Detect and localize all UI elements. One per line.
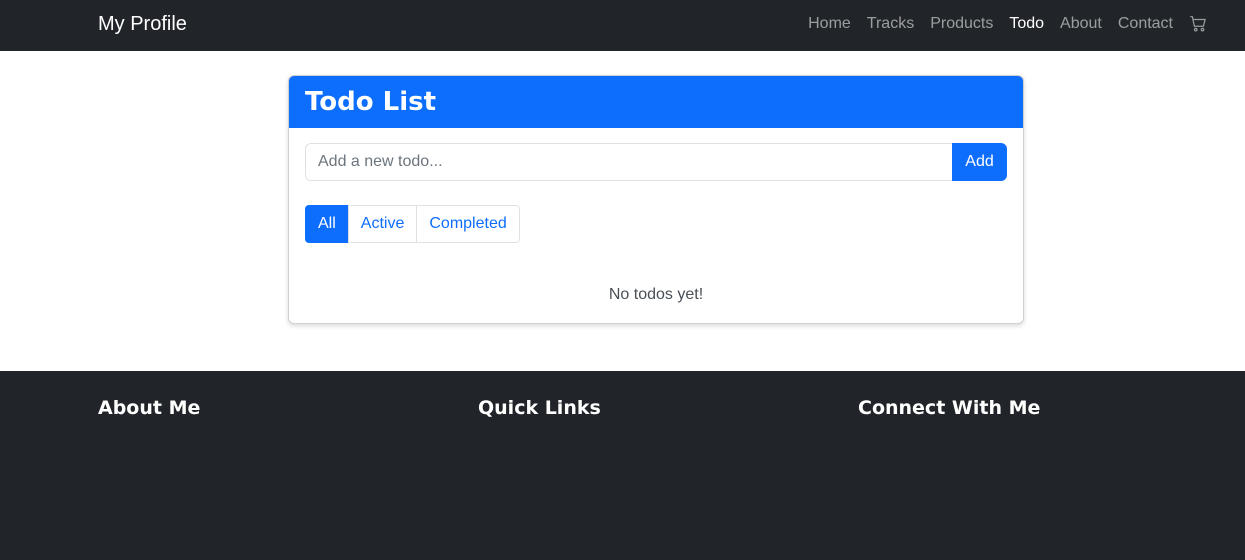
cart-icon[interactable] bbox=[1189, 15, 1207, 33]
footer-about-heading: About Me bbox=[98, 397, 201, 419]
nav-link-home[interactable]: Home bbox=[808, 14, 851, 34]
add-todo-button[interactable]: Add bbox=[952, 143, 1007, 181]
filter-active-button[interactable]: Active bbox=[347, 205, 418, 243]
todo-card: Todo List Add All Active Completed No to… bbox=[288, 75, 1024, 324]
page-footer: About Me Quick Links Connect With Me bbox=[0, 371, 1245, 560]
filter-all-button[interactable]: All bbox=[305, 205, 349, 243]
empty-todos-message: No todos yet! bbox=[608, 286, 704, 303]
todo-input-group: Add bbox=[305, 143, 1007, 181]
nav-link-contact[interactable]: Contact bbox=[1118, 14, 1173, 34]
nav-link-products[interactable]: Products bbox=[930, 14, 993, 34]
nav-link-todo[interactable]: Todo bbox=[1009, 14, 1044, 34]
nav-links: Home Tracks Products Todo About Contact bbox=[792, 0, 1207, 48]
todo-card-header: Todo List bbox=[289, 76, 1023, 128]
footer-connect-heading: Connect With Me bbox=[858, 397, 1041, 419]
todo-title: Todo List bbox=[305, 87, 437, 117]
todo-input[interactable] bbox=[305, 143, 952, 181]
filter-button-group: All Active Completed bbox=[305, 205, 520, 243]
filter-completed-button[interactable]: Completed bbox=[416, 205, 520, 243]
top-navbar: My Profile Home Tracks Products Todo Abo… bbox=[0, 0, 1245, 51]
footer-links-heading: Quick Links bbox=[478, 397, 601, 419]
nav-link-tracks[interactable]: Tracks bbox=[867, 14, 914, 34]
brand-link[interactable]: My Profile bbox=[98, 12, 187, 36]
nav-link-about[interactable]: About bbox=[1060, 14, 1102, 34]
